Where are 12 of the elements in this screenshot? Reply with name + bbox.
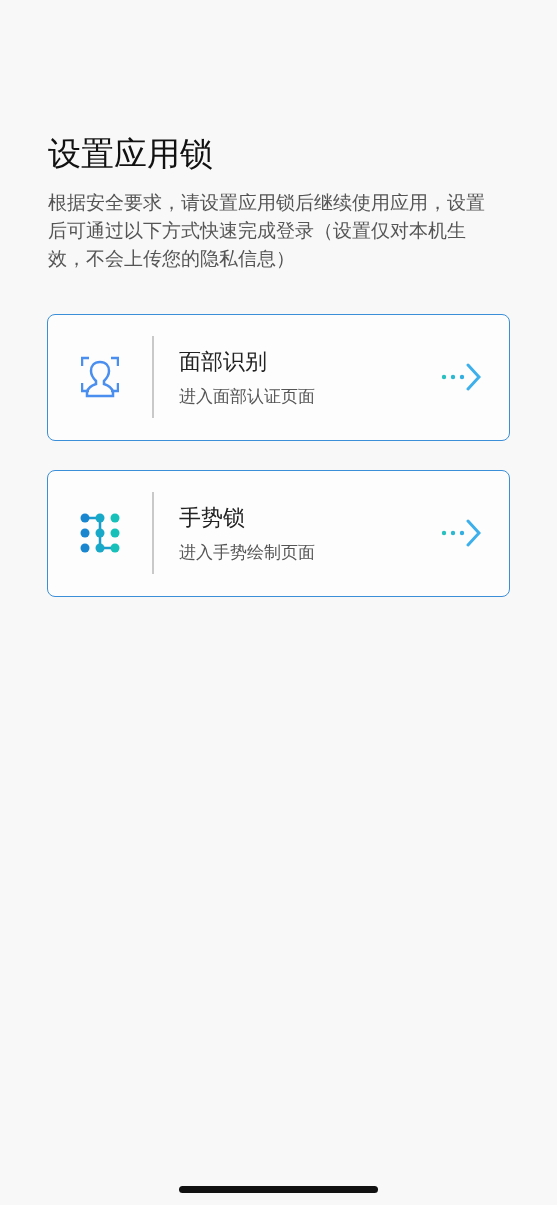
option-title: 手势锁 bbox=[179, 503, 246, 532]
description-text: 根据安全要求，请设置应用锁后继续使用应用，设置后可通过以下方式快速完成登录（设置仅对本机生效，不会上传您的隐私信息） bbox=[48, 189, 486, 271]
face-scan-icon bbox=[81, 356, 119, 399]
page-title: 设置应用锁 bbox=[48, 134, 214, 174]
arrow-icon bbox=[441, 518, 481, 549]
option-card[interactable]: 手势锁 进入手势绘制页面 bbox=[47, 469, 510, 597]
option-subtitle: 进入面部认证页面 bbox=[179, 384, 316, 408]
pattern-lock-icon bbox=[80, 513, 120, 554]
option-title: 面部识别 bbox=[179, 347, 268, 376]
option-subtitle: 进入手势绘制页面 bbox=[179, 540, 316, 564]
arrow-icon bbox=[441, 362, 481, 393]
option-card[interactable]: 面部识别 进入面部认证页面 bbox=[47, 313, 510, 441]
